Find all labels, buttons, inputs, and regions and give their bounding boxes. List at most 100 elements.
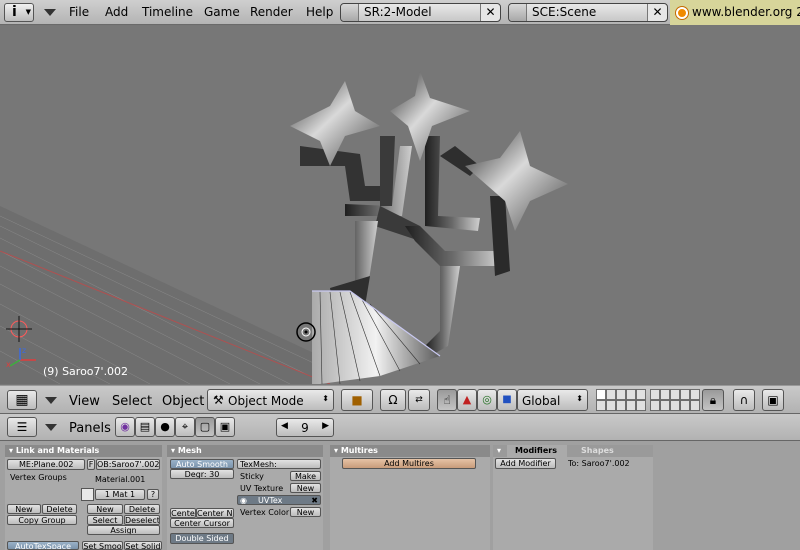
material-delete-button[interactable]: Delete — [124, 504, 160, 514]
editor-type-button[interactable]: ☰ — [7, 417, 37, 437]
snap-button[interactable]: ∩ — [733, 389, 755, 411]
script-context-button[interactable]: ▤ — [135, 417, 155, 437]
material-select-button[interactable]: Select — [87, 515, 123, 525]
centre-button[interactable]: Cente — [170, 508, 196, 518]
scene-selector[interactable]: SCE:Scene ✕ — [508, 3, 668, 22]
button-label: TexMesh: — [240, 460, 277, 469]
add-modifier-button[interactable]: Add Modifier — [495, 458, 556, 469]
collapse-triangle-icon[interactable]: ▾ — [9, 446, 13, 455]
sticky-label: Sticky — [240, 472, 264, 481]
mesh-datablock-field[interactable]: ME:Plane.002 — [7, 459, 85, 470]
collapse-triangle-icon[interactable]: ▾ — [171, 446, 175, 455]
increment-arrow-icon[interactable]: ▶ — [322, 421, 329, 431]
collapse-triangle-icon[interactable]: ▾ — [334, 446, 338, 455]
3d-viewport[interactable]: x z (9) Saroo7'.002 — [0, 26, 800, 384]
center-cursor-button[interactable]: Center Cursor — [170, 518, 234, 528]
mode-label: Object Mode — [228, 394, 304, 408]
screen-browse-icon[interactable] — [341, 4, 359, 21]
menu-add[interactable]: Add — [105, 5, 128, 19]
editor-type-button[interactable]: i ▼ — [4, 3, 34, 22]
material-assign-button[interactable]: Assign — [87, 525, 160, 535]
panel-header-mesh[interactable]: ▾ Mesh — [167, 445, 323, 457]
uv-texture-new-button[interactable]: New — [290, 483, 321, 493]
menu-select[interactable]: Select — [112, 394, 152, 409]
close-icon[interactable]: ✕ — [647, 4, 667, 21]
menu-object[interactable]: Object — [162, 394, 204, 409]
panel-header-modifiers[interactable]: ▾ Modifiers Shapes — [493, 445, 653, 457]
scene-context-button[interactable]: ▣ — [215, 417, 235, 437]
center-new-button[interactable]: Center Ne — [196, 508, 234, 518]
vertex-color-label: Vertex Color — [240, 508, 290, 517]
collapse-menus-icon[interactable] — [45, 397, 57, 404]
button-label: Double Sided — [175, 534, 229, 543]
menu-view[interactable]: View — [69, 394, 100, 409]
active-layer-icon[interactable]: ◉ — [240, 496, 247, 504]
shading-context-button[interactable]: ● — [155, 417, 175, 437]
frame-counter[interactable]: ◀ 9 ▶ — [276, 418, 334, 437]
updown-icon: ⬍ — [322, 394, 329, 403]
vgroup-new-button[interactable]: New — [7, 504, 41, 514]
button-label: Select — [92, 516, 118, 525]
object-context-button[interactable]: ⌖ — [175, 417, 195, 437]
autotex-space-toggle[interactable]: AutoTexSpace — [7, 541, 79, 550]
panel-header-link-materials[interactable]: ▾ Link and Materials — [5, 445, 162, 457]
object-name-field[interactable]: OB:Saroo7'.002 — [96, 459, 160, 470]
manipulator-mode-button[interactable]: ⇄ — [408, 389, 430, 411]
material-deselect-button[interactable]: Deselect — [124, 515, 160, 525]
auto-smooth-toggle[interactable]: Auto Smooth — [170, 459, 234, 469]
collapse-menus-icon[interactable] — [45, 424, 57, 431]
collapse-menus-icon[interactable] — [44, 9, 56, 16]
menu-game[interactable]: Game — [204, 5, 240, 19]
material-help-button[interactable]: ? — [147, 489, 159, 500]
button-label: Center Cursor — [174, 519, 230, 528]
close-icon[interactable]: ✕ — [480, 4, 500, 21]
screen-name[interactable]: SR:2-Model — [364, 4, 432, 21]
double-sided-toggle[interactable]: Double Sided — [170, 533, 234, 544]
blender-url: www.blender.org 2 — [692, 5, 800, 19]
panel-header-multires[interactable]: ▾ Multires — [330, 445, 490, 457]
menu-help[interactable]: Help — [306, 5, 333, 19]
collapse-triangle-icon[interactable]: ▾ — [497, 446, 501, 455]
vertex-color-new-button[interactable]: New — [290, 507, 321, 517]
render-button[interactable]: ▣ — [762, 389, 784, 411]
scale-manipulator[interactable]: ■ — [497, 389, 517, 411]
editor-type-button[interactable]: ▦ — [7, 390, 37, 410]
mode-selector[interactable]: ⚒ Object Mode ⬍ — [207, 389, 334, 411]
layer-buttons-group-2[interactable] — [650, 389, 700, 411]
orientation-selector[interactable]: Global ⬍ — [517, 389, 588, 411]
vgroup-delete-button[interactable]: Delete — [42, 504, 77, 514]
buttons-header: ☰ Panels ◉ ▤ ● ⌖ ▢ ▣ ◀ 9 ▶ — [0, 414, 800, 441]
translate-manipulator[interactable]: ▲ — [457, 389, 477, 411]
tab-modifiers[interactable]: Modifiers — [507, 445, 567, 457]
scene-browse-icon[interactable] — [509, 4, 527, 21]
editing-context-button[interactable]: ▢ — [195, 417, 215, 437]
material-index-field[interactable]: 1 Mat 1 — [95, 489, 145, 500]
tab-shapes[interactable]: Shapes — [575, 445, 645, 457]
menu-render[interactable]: Render — [250, 5, 293, 19]
logic-context-button[interactable]: ◉ — [115, 417, 135, 437]
menu-timeline[interactable]: Timeline — [142, 5, 193, 19]
editing-square-icon: ▢ — [199, 420, 211, 433]
uvtex-layer[interactable]: UVTex ◉ ✖ — [237, 495, 321, 505]
smooth-degree-field[interactable]: Degr: 30 — [170, 469, 234, 479]
sticky-make-button[interactable]: Make — [290, 471, 321, 481]
manipulator-toggle[interactable]: ☝ — [437, 389, 457, 411]
screen-selector[interactable]: SR:2-Model ✕ — [340, 3, 501, 22]
close-icon[interactable]: ✖ — [311, 496, 318, 504]
material-color-swatch[interactable] — [81, 488, 94, 501]
layer-buttons-group-1[interactable] — [596, 389, 646, 411]
draw-type-button[interactable]: ■ — [341, 389, 373, 411]
copy-group-button[interactable]: Copy Group — [7, 515, 77, 525]
menu-panels[interactable]: Panels — [69, 421, 111, 436]
rotate-manipulator[interactable]: ◎ — [477, 389, 497, 411]
set-solid-button[interactable]: Set Solid — [124, 541, 162, 550]
set-smooth-button[interactable]: Set Smoo — [82, 541, 123, 550]
lock-layers-button[interactable]: 🔒︎ — [702, 389, 724, 411]
material-new-button[interactable]: New — [87, 504, 123, 514]
fake-user-button[interactable]: F — [87, 459, 95, 470]
add-multires-button[interactable]: Add Multires — [342, 458, 476, 469]
texmesh-field[interactable]: TexMesh: — [237, 459, 321, 469]
pivot-button[interactable]: Ω — [380, 389, 406, 411]
scene-name[interactable]: SCE:Scene — [532, 4, 596, 21]
menu-file[interactable]: File — [69, 5, 89, 19]
